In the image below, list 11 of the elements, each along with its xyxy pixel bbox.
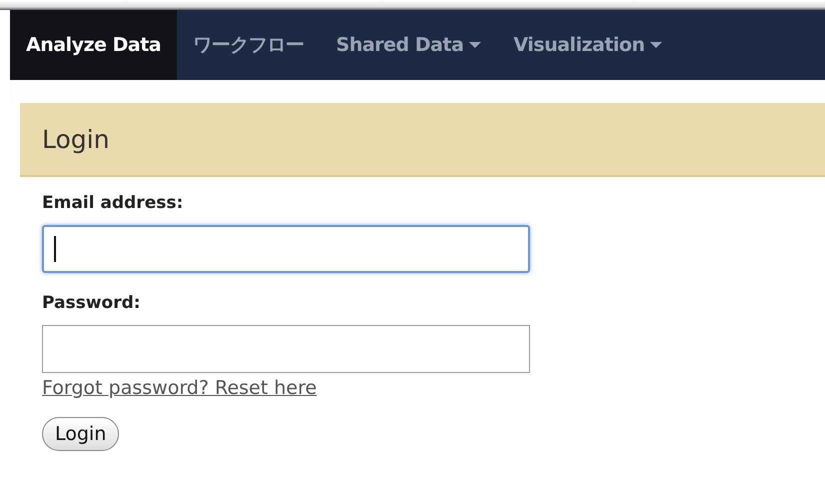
nav-tab[interactable]: Visualization — [498, 10, 679, 80]
nav-tab[interactable]: Analyze Data — [10, 10, 178, 80]
field-label: Password: — [42, 293, 142, 313]
login-button[interactable]: Login — [42, 417, 120, 451]
reset-link[interactable]: Forgot password? Reset here — [42, 377, 317, 399]
nav-tab[interactable]: ワークフロー — [177, 10, 320, 80]
nav-tab[interactable]: Shared Data — [320, 10, 498, 80]
input-field[interactable] — [42, 225, 530, 273]
panel-title: Login — [42, 124, 110, 154]
field-label: Email address: — [42, 193, 184, 213]
input-field[interactable] — [42, 325, 530, 373]
